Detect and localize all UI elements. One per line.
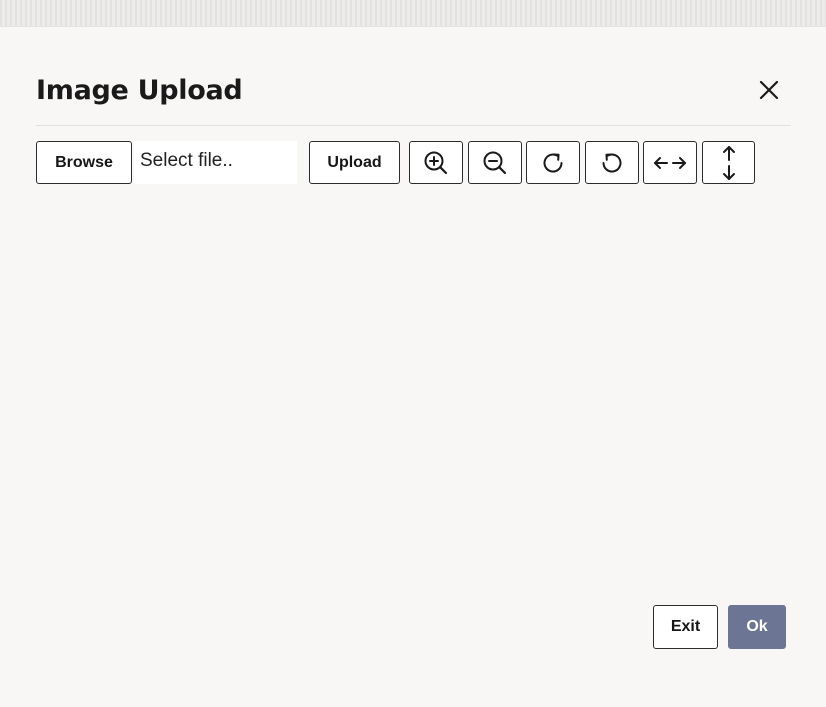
rotate-clockwise-button[interactable] [526, 141, 580, 184]
rotate-clockwise-icon [543, 153, 563, 172]
close-icon [759, 80, 779, 100]
ok-button[interactable]: Ok [728, 605, 786, 649]
upload-button[interactable]: Upload [309, 141, 400, 184]
flip-horizontal-button[interactable] [643, 141, 697, 184]
image-upload-dialog: Image Upload Browse Select file.. Upload [0, 27, 826, 707]
title-divider [36, 125, 791, 126]
exit-button[interactable]: Exit [653, 605, 718, 649]
close-button[interactable] [752, 73, 786, 107]
rotate-counterclockwise-icon [602, 153, 622, 172]
horizontal-arrows-icon [654, 156, 686, 169]
zoom-out-button[interactable] [468, 141, 522, 184]
zoom-out-icon [483, 151, 507, 174]
dialog-title: Image Upload [36, 75, 243, 106]
flip-vertical-button[interactable] [702, 141, 755, 184]
file-name-field[interactable]: Select file.. [134, 141, 297, 184]
browse-button[interactable]: Browse [36, 141, 132, 184]
vertical-arrows-icon [722, 145, 735, 180]
background-strip [0, 0, 826, 27]
zoom-in-icon [424, 151, 448, 174]
rotate-counterclockwise-button[interactable] [585, 141, 639, 184]
zoom-in-button[interactable] [409, 141, 463, 184]
